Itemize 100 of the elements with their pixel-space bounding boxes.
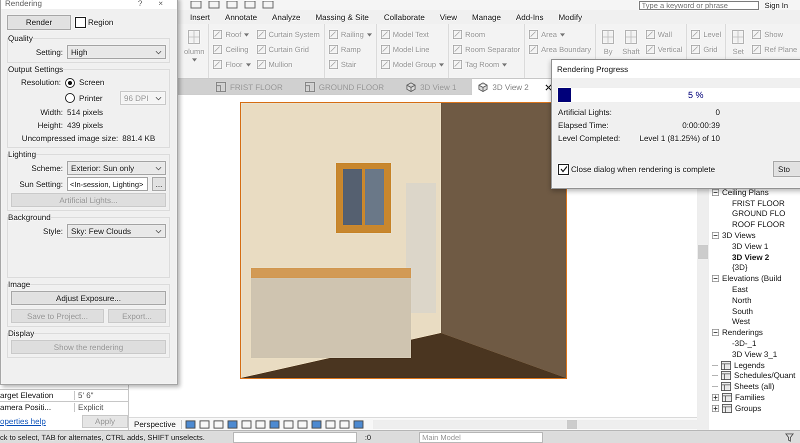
browser-item[interactable]: 3D View 2 [732, 252, 770, 262]
selection-field[interactable] [232, 432, 357, 442]
view-control-icon[interactable] [254, 420, 266, 428]
view-control-icon[interactable] [324, 420, 336, 428]
property-value[interactable]: 5' 6" [75, 391, 94, 400]
property-value[interactable]: Explicit [75, 403, 104, 412]
browse-button[interactable]: ... [152, 177, 166, 191]
field-label: Resolution: [20, 78, 61, 87]
close-button[interactable]: × [158, 0, 163, 8]
field-label: Sun Setting: [18, 180, 63, 188]
minus-box-icon[interactable] [712, 329, 719, 336]
browser-item[interactable]: 3D Views [722, 231, 756, 240]
ribbon-tab[interactable]: View [440, 12, 457, 22]
browser-item[interactable]: East [732, 285, 748, 294]
properties-help-link[interactable]: operties help [0, 417, 46, 426]
browser-item[interactable]: Ceiling Plans [722, 188, 769, 197]
ribbon-tab[interactable]: Manage [472, 12, 501, 22]
checkbox[interactable] [75, 17, 86, 28]
browser-item[interactable]: GROUND FLO [732, 209, 786, 218]
checkbox[interactable] [558, 164, 569, 174]
render-button[interactable]: Render [7, 15, 71, 30]
view-control-icon[interactable] [240, 420, 252, 428]
chevron-down-icon [155, 96, 162, 100]
minus-box-icon[interactable] [712, 188, 719, 196]
stop-button[interactable]: Sto [773, 161, 800, 177]
ribbon-tab[interactable]: Add-Ins [516, 12, 544, 22]
browser-item[interactable]: Schedules/Quant [734, 371, 796, 380]
field-label: Height: [36, 121, 63, 130]
slash-square-icon [646, 45, 655, 54]
view-control-icon[interactable] [352, 420, 364, 428]
slash-square-icon [691, 30, 700, 39]
slash-square-icon [256, 30, 266, 39]
minus-box-icon[interactable] [712, 275, 719, 282]
ribbon-tab[interactable]: Insert [190, 12, 210, 22]
slash-square-icon [380, 45, 390, 54]
caret-icon [439, 62, 444, 66]
field-label: Scheme: [30, 164, 63, 172]
minus-box-icon[interactable] [712, 232, 719, 240]
browser-item[interactable]: ROOF FLOOR [732, 220, 785, 230]
browser-item[interactable]: Elevations (Build [722, 274, 782, 284]
group-title: Quality [8, 34, 33, 43]
slash-square-icon [752, 30, 762, 39]
close-icon[interactable] [544, 84, 552, 90]
image-button[interactable]: Adjust Exposure... [11, 291, 166, 305]
plus-box-icon[interactable] [712, 394, 719, 402]
browser-item[interactable]: -3D-_1 [732, 339, 756, 348]
slash-square-icon [328, 45, 338, 54]
browser-item[interactable]: {3D} [732, 263, 748, 272]
field-label: Uncompressed image size: [22, 134, 118, 143]
ribbon-tab[interactable]: Modify [558, 12, 582, 22]
horizontal-scrollbar[interactable] [372, 420, 697, 428]
dialog-title: Rendering Progress [552, 60, 800, 78]
quality-dropdown[interactable]: High [67, 45, 166, 59]
scheme-dropdown[interactable]: Exterior: Sun only [67, 161, 166, 175]
browser-item[interactable]: FRIST FLOOR [732, 198, 785, 208]
view-control-icon[interactable] [310, 420, 322, 428]
view-control-icon[interactable] [198, 420, 210, 428]
chevron-down-icon [155, 50, 162, 54]
ribbon-tab[interactable]: Annotate [225, 12, 258, 22]
group-title: Output Settings [8, 65, 64, 74]
view-control-icon[interactable] [282, 420, 294, 428]
property-name: arget Elevation [0, 391, 75, 400]
view-control-icon[interactable] [184, 420, 196, 428]
field-label: Style: [42, 226, 63, 236]
ribbon-tab[interactable]: Collaborate [384, 12, 425, 22]
view-control-icon[interactable] [226, 420, 238, 428]
browser-item[interactable]: Legends [734, 360, 765, 370]
view-control-icon[interactable] [268, 420, 280, 428]
cube-icon [406, 82, 416, 92]
style-dropdown[interactable]: Sky: Few Clouds [67, 224, 166, 238]
stat-label: Artificial Lights: [558, 108, 612, 117]
browser-item[interactable]: Families [735, 393, 765, 402]
stat-label: Level Completed: [558, 134, 620, 143]
help-button[interactable]: ? [138, 0, 142, 8]
view-control-icon[interactable] [296, 420, 308, 428]
browser-item[interactable]: 3D View 3_1 [732, 350, 778, 359]
browser-item[interactable]: Sheets (all) [734, 382, 774, 392]
field-label: Setting: [34, 48, 63, 56]
field-label: Width: [39, 108, 63, 117]
radio-button[interactable] [65, 78, 75, 88]
group-title: Image [8, 280, 30, 289]
browser-item[interactable]: North [732, 296, 752, 305]
ribbon-tab[interactable]: Analyze [272, 12, 301, 22]
filter-icon[interactable] [785, 432, 794, 442]
slash-square-icon [213, 60, 222, 69]
browser-item[interactable]: South [732, 306, 753, 316]
view-control-icon[interactable] [212, 420, 224, 428]
browser-item[interactable]: West [732, 317, 750, 326]
floor-plan-icon [216, 82, 226, 92]
slash-square-icon [752, 45, 762, 54]
group-title: Background [8, 213, 51, 222]
plus-box-icon[interactable] [712, 404, 719, 412]
slash-square-icon [380, 30, 390, 39]
ribbon-tab[interactable]: Massing & Site [316, 12, 369, 22]
browser-item[interactable]: Renderings [722, 328, 763, 338]
height-value: 439 pixels [67, 121, 104, 130]
browser-item[interactable]: 3D View 1 [732, 242, 768, 251]
browser-item[interactable]: Groups [735, 404, 762, 413]
radio-button[interactable] [65, 93, 75, 103]
view-control-icon[interactable] [338, 420, 350, 428]
